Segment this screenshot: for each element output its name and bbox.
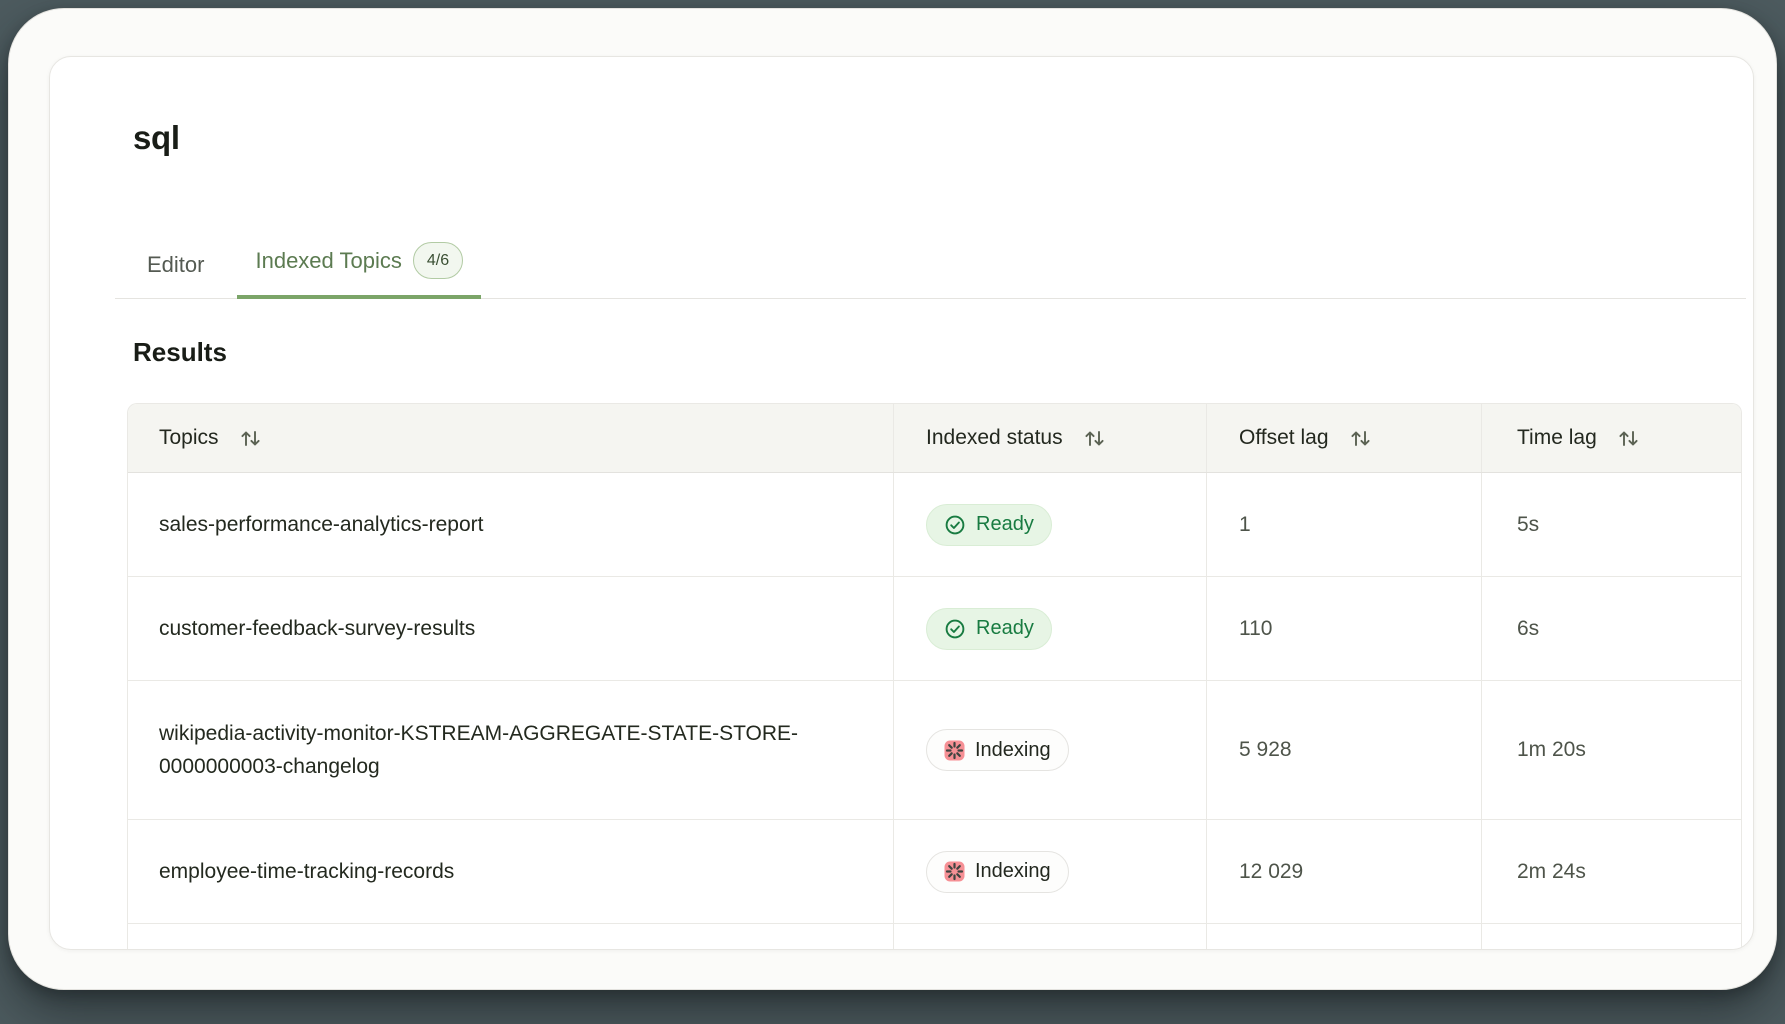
check-circle-icon <box>944 514 966 536</box>
time-lag-value: 2m 24s <box>1482 820 1741 923</box>
status-badge: Indexing <box>926 729 1069 771</box>
sort-updown-icon[interactable] <box>1083 427 1106 450</box>
time-lag-value: 6s <box>1482 577 1741 680</box>
indexed-topics-table: Topics Indexed status <box>127 403 1742 950</box>
table-header-row: Topics Indexed status <box>128 404 1741 473</box>
offset-lag-value: 5 928 <box>1207 681 1482 819</box>
offset-lag-value: 110 <box>1207 577 1482 680</box>
sort-updown-icon[interactable] <box>239 427 262 450</box>
status-badge: Ready <box>926 608 1052 650</box>
time-lag-value <box>1482 924 1741 950</box>
window-frame: sql Editor Indexed Topics 4/6 Results To… <box>8 8 1777 990</box>
status-label: Ready <box>976 513 1034 536</box>
tab-bar: Editor Indexed Topics 4/6 <box>115 242 1746 299</box>
offset-lag-value <box>1207 924 1482 950</box>
sort-updown-icon[interactable] <box>1349 427 1372 450</box>
results-heading: Results <box>133 335 1753 369</box>
column-header-time-lag[interactable]: Time lag <box>1482 404 1741 472</box>
table-row: employee-time-tracking-records <box>128 820 1741 924</box>
topic-name: customer-feedback-survey-results <box>128 577 894 680</box>
spinner-icon <box>944 861 965 882</box>
offset-lag-value: 12 029 <box>1207 820 1482 923</box>
tab-indexed-topics[interactable]: Indexed Topics 4/6 <box>237 242 481 298</box>
time-lag-value: 1m 20s <box>1482 681 1741 819</box>
topic-name <box>128 924 894 950</box>
page-title: sql <box>133 118 1753 158</box>
status-badge: Ready <box>926 504 1052 546</box>
topic-name: wikipedia-activity-monitor-KSTREAM-AGGRE… <box>128 681 894 819</box>
status-badge: Indexing <box>926 851 1069 893</box>
status-label: Ready <box>976 617 1034 640</box>
offset-lag-value: 1 <box>1207 473 1482 576</box>
table-row: Indexing <box>128 924 1741 950</box>
topic-name: sales-performance-analytics-report <box>128 473 894 576</box>
tab-editor-label: Editor <box>147 251 204 279</box>
tab-editor[interactable]: Editor <box>115 251 237 298</box>
app-panel: sql Editor Indexed Topics 4/6 Results To… <box>49 56 1754 950</box>
status-label: Indexing <box>975 739 1051 762</box>
table-row: wikipedia-activity-monitor-KSTREAM-AGGRE… <box>128 681 1741 820</box>
status-label: Indexing <box>975 860 1051 883</box>
check-circle-icon <box>944 618 966 640</box>
column-header-topics[interactable]: Topics <box>128 404 894 472</box>
topic-name: employee-time-tracking-records <box>128 820 894 923</box>
table-row: customer-feedback-survey-results Ready 1… <box>128 577 1741 681</box>
sort-updown-icon[interactable] <box>1617 427 1640 450</box>
tab-indexed-topics-label: Indexed Topics <box>255 247 401 275</box>
spinner-icon <box>944 740 965 761</box>
column-header-offset-lag[interactable]: Offset lag <box>1207 404 1482 472</box>
time-lag-value: 5s <box>1482 473 1741 576</box>
column-header-indexed-status[interactable]: Indexed status <box>894 404 1207 472</box>
table-row: sales-performance-analytics-report Ready… <box>128 473 1741 577</box>
indexed-topics-count-badge: 4/6 <box>413 242 463 279</box>
